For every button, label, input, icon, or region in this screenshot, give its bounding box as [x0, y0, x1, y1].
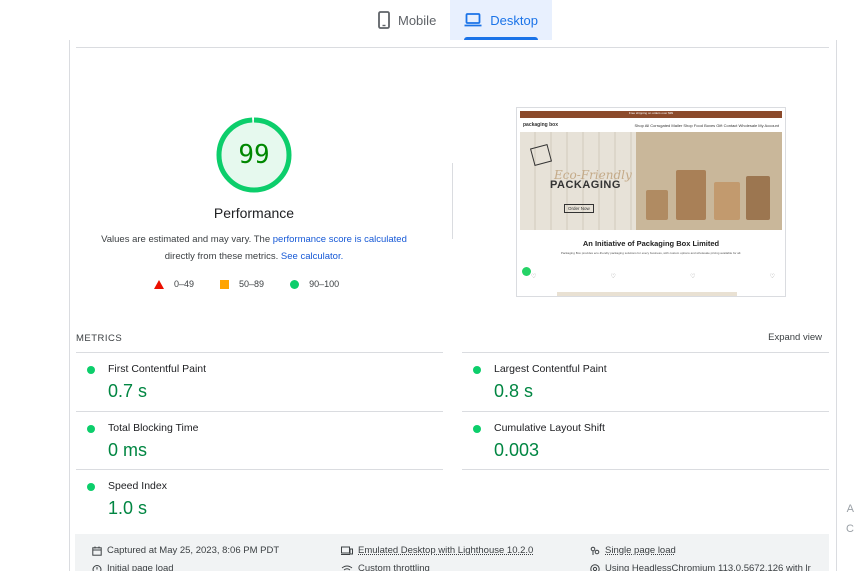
legend-average: 50–89 — [220, 279, 264, 289]
metric-tbt[interactable]: Total Blocking Time 0 ms — [76, 411, 443, 469]
divider — [462, 469, 829, 470]
browser-info[interactable]: Using HeadlessChromium 113.0.5672.126 wi… — [590, 563, 811, 571]
throttling-info[interactable]: Custom throttling — [341, 563, 430, 571]
metric-value: 0 ms — [108, 440, 148, 460]
heart-icon: ♡ — [610, 274, 616, 280]
people-icon — [590, 546, 600, 556]
side-text-a: A — [846, 503, 854, 515]
metric-value: 1.0 s — [108, 498, 148, 518]
laptop-icon — [464, 13, 482, 27]
thumb-nav: packaging box Shop All Corrugated Mailer… — [517, 118, 785, 132]
box-icon — [529, 143, 553, 167]
single-page-info[interactable]: Single page load — [590, 545, 676, 556]
thumb-topbar: Free shipping on orders over $99 — [520, 111, 782, 118]
metrics-label: METRICS — [76, 333, 123, 344]
metric-value: 0.8 s — [494, 381, 534, 401]
hero-left: Eco-Friendly PACKAGING Order Now — [520, 132, 636, 230]
metric-name: Total Blocking Time — [108, 422, 199, 434]
performance-score-link[interactable]: performance score is calculated — [273, 234, 407, 245]
tab-mobile-label: Mobile — [398, 12, 437, 28]
metric-name: Largest Contentful Paint — [494, 363, 607, 375]
legend-fail: 0–49 — [154, 279, 194, 289]
legend-average-range: 50–89 — [239, 279, 265, 289]
device-tabs: Mobile Desktop — [364, 0, 552, 40]
performance-note: Values are estimated and may vary. The p… — [94, 231, 414, 265]
vertical-divider — [452, 163, 453, 239]
expand-view-button[interactable]: Expand view — [768, 332, 822, 343]
tab-desktop-label: Desktop — [490, 12, 538, 28]
emulated-text: Emulated Desktop with Lighthouse 10.2.0 — [358, 545, 534, 556]
pass-circle-icon — [87, 483, 95, 491]
throttling-text: Custom throttling — [358, 563, 430, 571]
thumb-paragraph: Packaging Box provides eco-friendly pack… — [560, 251, 742, 255]
tab-mobile[interactable]: Mobile — [364, 0, 450, 40]
metric-fcp[interactable]: First Contentful Paint 0.7 s — [76, 352, 443, 410]
triangle-icon — [154, 279, 164, 289]
legend-pass-range: 90–100 — [309, 279, 340, 289]
square-icon — [220, 279, 230, 289]
heart-icon: ♡ — [690, 274, 696, 280]
performance-score: 99 — [238, 140, 270, 170]
see-calculator-link[interactable]: See calculator. — [281, 251, 343, 262]
initial-load-text: Initial page load — [107, 563, 174, 571]
circle-icon — [290, 279, 300, 289]
single-page-text: Single page load — [605, 545, 676, 556]
tab-desktop[interactable]: Desktop — [450, 0, 552, 40]
thumb-hero: Eco-Friendly PACKAGING Order Now — [520, 132, 782, 230]
browser-text: Using HeadlessChromium 113.0.5672.126 wi… — [605, 563, 811, 571]
metric-name: First Contentful Paint — [108, 363, 207, 375]
product-cup — [676, 170, 706, 220]
metric-si[interactable]: Speed Index 1.0 s — [76, 469, 443, 527]
wifi-icon — [341, 564, 353, 571]
captured-text: Captured at May 25, 2023, 8:06 PM PDT — [107, 545, 280, 556]
hero-button: Order Now — [564, 204, 594, 213]
heart-icon: ♡ — [769, 274, 775, 280]
divider — [76, 47, 829, 48]
thumb-hearts: ♡ ♡ ♡ ♡ — [531, 273, 775, 280]
performance-gauge: 99 — [215, 116, 293, 194]
devices-icon — [341, 546, 353, 556]
metric-cls[interactable]: Cumulative Layout Shift 0.003 — [462, 411, 829, 469]
smartphone-icon — [378, 11, 390, 29]
side-text-c: C — [846, 523, 854, 535]
note-text-2: directly from these metrics. — [164, 251, 281, 262]
pass-circle-icon — [473, 366, 481, 374]
emulated-info[interactable]: Emulated Desktop with Lighthouse 10.2.0 — [341, 545, 533, 556]
pass-circle-icon — [87, 366, 95, 374]
captured-info: Captured at May 25, 2023, 8:06 PM PDT — [92, 545, 279, 556]
metric-name: Speed Index — [108, 480, 167, 492]
hero-image — [636, 132, 782, 230]
product-cup — [746, 176, 770, 220]
metric-lcp[interactable]: Largest Contentful Paint 0.8 s — [462, 352, 829, 410]
metric-value: 0.003 — [494, 440, 540, 460]
pass-circle-icon — [473, 425, 481, 433]
report-card: 99 Performance Values are estimated and … — [69, 40, 837, 571]
product-cup — [646, 190, 668, 220]
thumb-nav-links: Shop All Corrugated Mailer Shop Food Box… — [634, 122, 779, 128]
whatsapp-icon — [522, 267, 531, 276]
thumb-heading: An Initiative of Packaging Box Limited — [582, 239, 720, 248]
pass-circle-icon — [87, 425, 95, 433]
thumb-strip — [557, 292, 737, 296]
page-screenshot[interactable]: Free shipping on orders over $99 packagi… — [516, 107, 786, 297]
legend-pass: 90–100 — [290, 279, 339, 289]
timer-icon — [92, 564, 102, 571]
chrome-icon — [590, 563, 600, 571]
performance-title: Performance — [213, 205, 295, 221]
metric-name: Cumulative Layout Shift — [494, 422, 605, 434]
initial-load-info: Initial page load — [92, 563, 174, 571]
run-info: Captured at May 25, 2023, 8:06 PM PDT Em… — [75, 534, 829, 571]
heart-icon: ♡ — [531, 274, 537, 280]
product-cup — [714, 182, 740, 220]
calendar-icon — [92, 546, 102, 556]
score-legend: 0–49 50–89 90–100 — [154, 279, 339, 289]
hero-title: PACKAGING — [550, 179, 621, 191]
legend-fail-range: 0–49 — [174, 279, 195, 289]
metric-value: 0.7 s — [108, 381, 148, 401]
thumb-logo: packaging box — [523, 122, 559, 128]
note-text: Values are estimated and may vary. The — [101, 234, 273, 245]
